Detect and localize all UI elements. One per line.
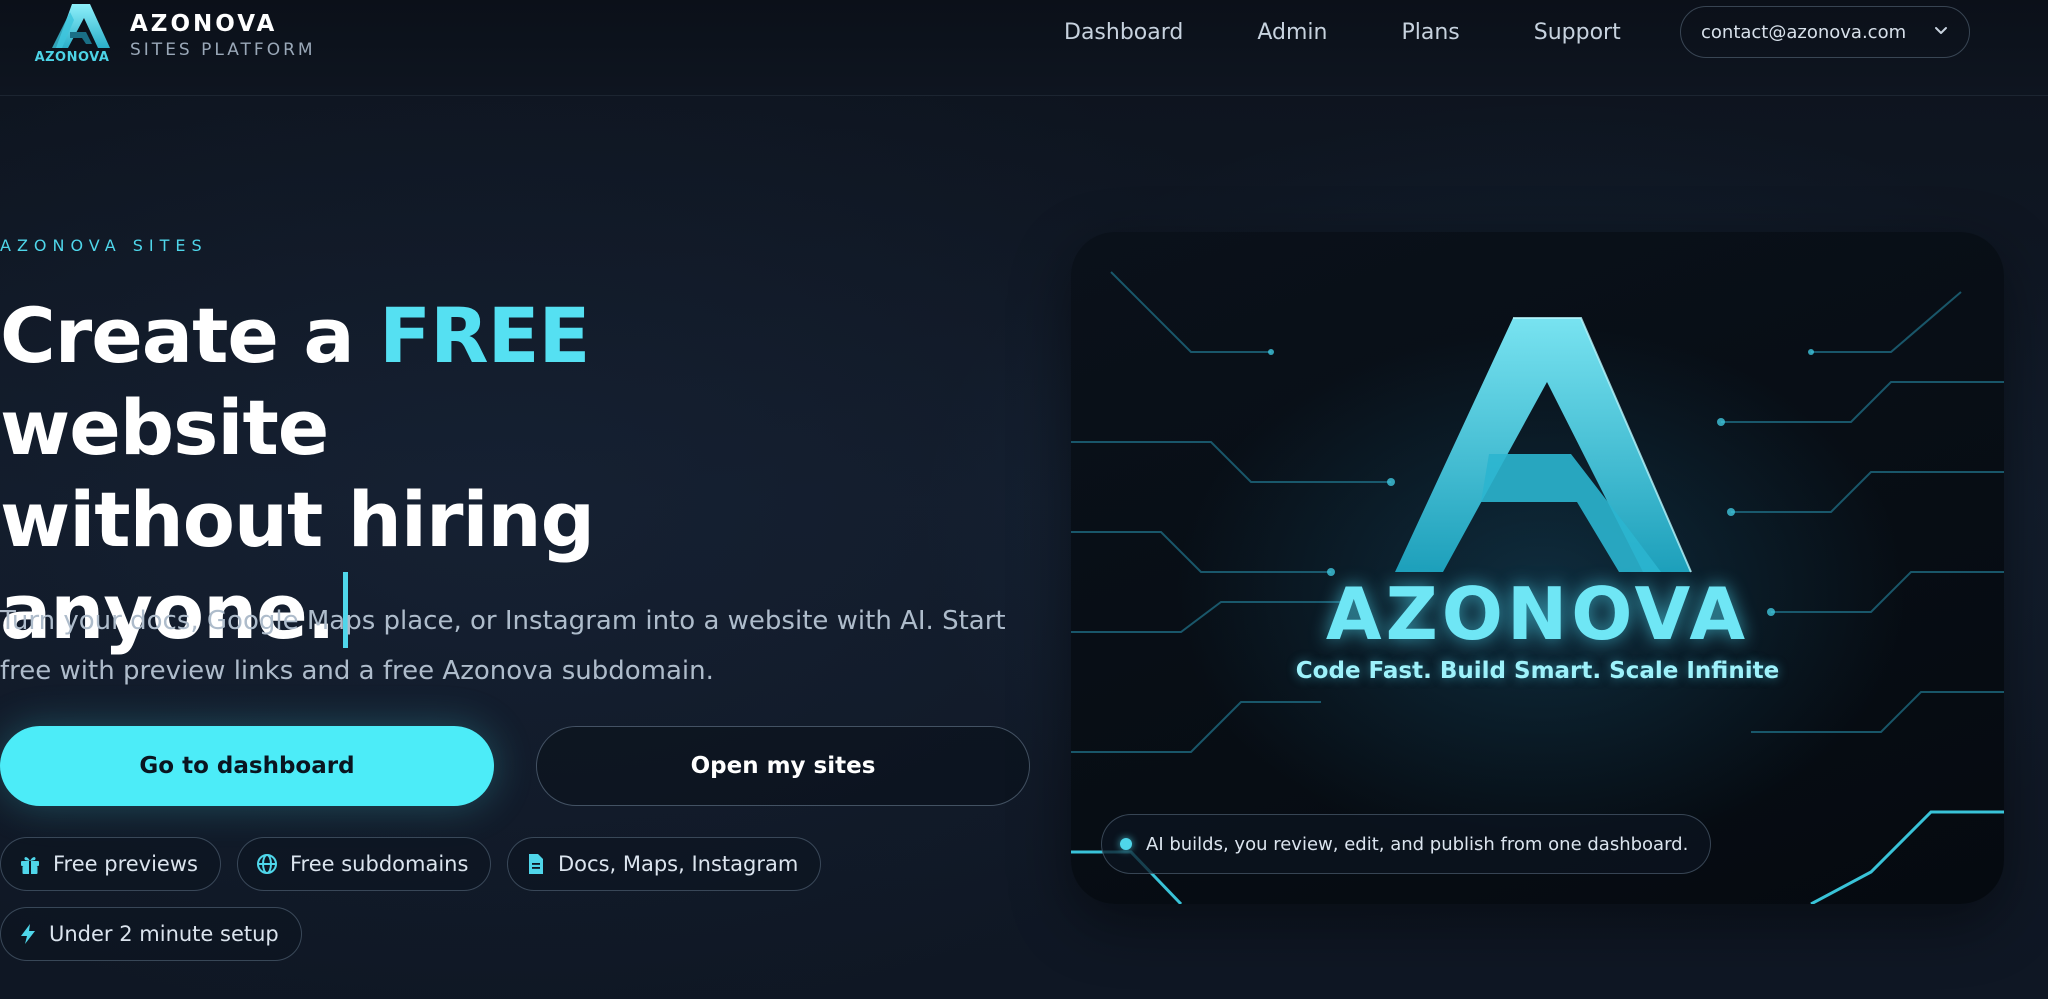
feature-chip-setup-time: Under 2 minute setup — [0, 907, 302, 961]
azonova-emblem-icon — [1395, 317, 1692, 573]
feature-chip-free-previews: Free previews — [0, 837, 221, 891]
landing-page: AZONOVA AZONOVA SITES PLATFORM Dashboard… — [0, 0, 2048, 999]
showcase-caption-text: AI builds, you review, edit, and publish… — [1146, 833, 1689, 855]
headline-line1-end: website — [0, 383, 329, 472]
showcase-wordmark: AZONOVA — [1325, 572, 1750, 656]
nav-plans[interactable]: Plans — [1401, 14, 1459, 52]
feature-chip-docs-maps-instagram: Docs, Maps, Instagram — [507, 837, 822, 891]
chip-label: Free subdomains — [290, 852, 469, 876]
document-icon — [526, 853, 546, 875]
circuit-background — [1071, 271, 2004, 904]
feature-chip-free-subdomains: Free subdomains — [237, 837, 492, 891]
chip-label: Free previews — [53, 852, 198, 876]
nav-dashboard[interactable]: Dashboard — [1064, 14, 1183, 52]
status-dot — [1120, 838, 1132, 850]
logo-wordmark: AZONOVA — [34, 50, 110, 65]
brand-name: AZONOVA — [130, 11, 278, 37]
brand-text: AZONOVA SITES PLATFORM — [130, 9, 316, 61]
nav-admin[interactable]: Admin — [1257, 14, 1327, 52]
headline-accent: FREE — [379, 291, 590, 380]
azonova-logo: AZONOVA — [30, 2, 114, 68]
account-menu-button[interactable]: contact@azonova.com — [1680, 6, 1970, 58]
open-my-sites-button[interactable]: Open my sites — [536, 726, 1030, 806]
headline-prefix: Create a — [0, 291, 380, 380]
hero-description: Turn your docs, Google Maps place, or In… — [0, 606, 1006, 686]
showcase-caption: AI builds, you review, edit, and publish… — [1101, 814, 1712, 874]
showcase-tagline: Code Fast. Build Smart. Scale Infinite — [1295, 658, 1780, 684]
chip-label: Docs, Maps, Instagram — [558, 852, 799, 876]
globe-icon — [256, 853, 278, 875]
go-to-dashboard-button[interactable]: Go to dashboard — [0, 726, 494, 806]
hero-eyebrow: AZONOVA SITES — [0, 236, 208, 255]
chevron-down-icon — [1931, 21, 1951, 46]
gift-icon — [19, 853, 41, 875]
brand[interactable]: AZONOVA AZONOVA SITES PLATFORM — [30, 0, 316, 70]
chip-label: Under 2 minute setup — [49, 922, 279, 946]
main-nav: Dashboard Admin Plans Support — [1064, 14, 1621, 52]
brand-subtitle: SITES PLATFORM — [130, 40, 316, 60]
account-email: contact@azonova.com — [1701, 21, 1907, 43]
hero-showcase-image: AZONOVA Code Fast. Build Smart. Scale In… — [1071, 232, 2004, 904]
nav-support[interactable]: Support — [1534, 14, 1621, 52]
top-navigation-bar: AZONOVA AZONOVA SITES PLATFORM Dashboard… — [0, 0, 2048, 96]
lightning-icon — [19, 923, 37, 945]
